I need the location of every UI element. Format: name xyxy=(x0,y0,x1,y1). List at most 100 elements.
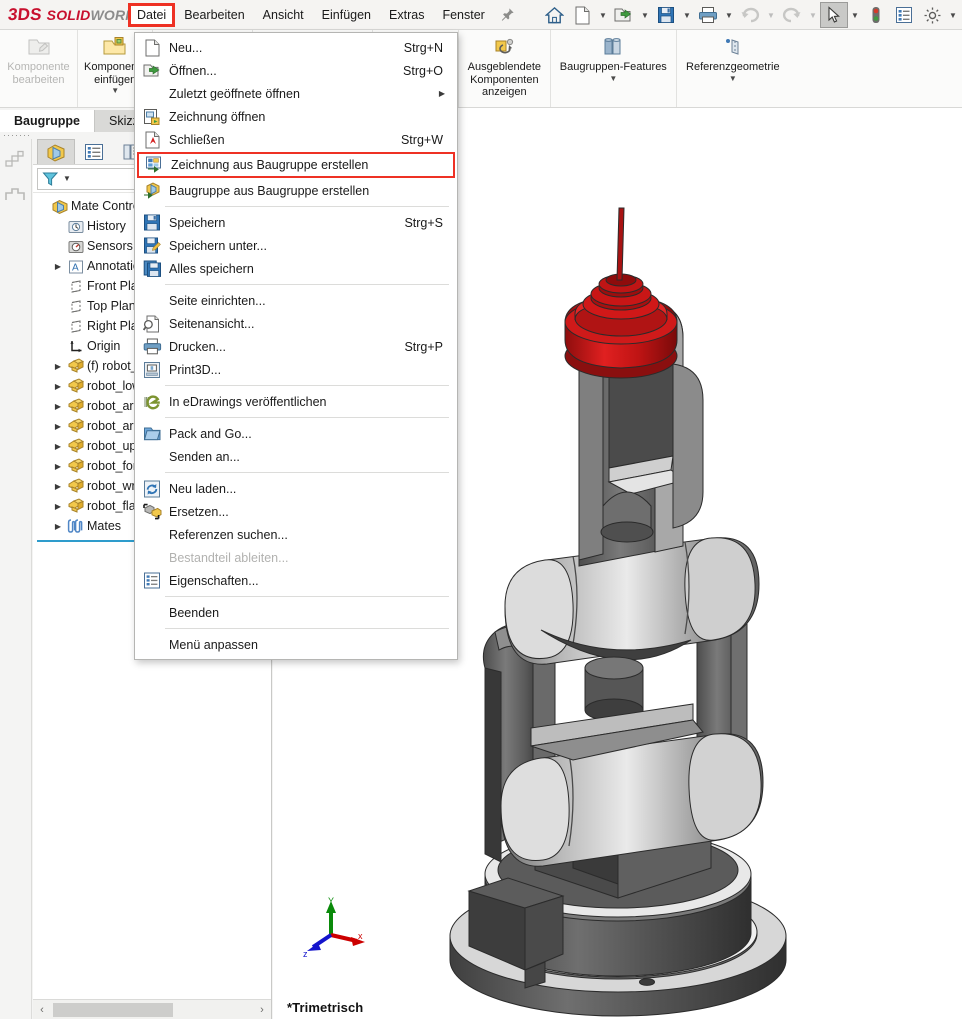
menu-extras[interactable]: Extras xyxy=(380,3,433,27)
feature-tree-hscrollbar[interactable]: ‹ › xyxy=(33,999,271,1019)
ribbon-insert-component-dropdown-caret[interactable]: ▼ xyxy=(111,86,119,97)
close-document-icon xyxy=(139,130,165,150)
ribbon-reference-geometry[interactable]: Referenzgeometrie ▼ xyxy=(677,30,789,107)
redo-icon[interactable] xyxy=(778,2,806,28)
ribbon-show-hidden-components[interactable]: Ausgeblendete Komponenten anzeigen xyxy=(459,30,551,107)
tab-property-manager[interactable] xyxy=(75,139,113,164)
file-menu-send-to[interactable]: Senden an... xyxy=(135,445,457,468)
hscroll-left-arrow[interactable]: ‹ xyxy=(33,1001,51,1019)
file-menu-find-references[interactable]: Referenzen suchen... xyxy=(135,523,457,546)
save-icon[interactable] xyxy=(652,2,680,28)
filter-dropdown-caret[interactable]: ▼ xyxy=(63,174,71,183)
new-document-dropdown-caret[interactable]: ▼ xyxy=(596,2,610,28)
tree-expand-arrow[interactable]: ▶ xyxy=(51,502,65,511)
solidworks-window: 3DS SOLIDWORKS Datei Bearbeiten Ansicht … xyxy=(0,0,962,1019)
file-menu-reload[interactable]: Neu laden... xyxy=(135,477,457,500)
undo-icon[interactable] xyxy=(736,2,764,28)
file-menu-item-label: Schließen xyxy=(165,133,401,147)
print-dropdown-caret[interactable]: ▼ xyxy=(722,2,736,28)
select-dropdown-caret[interactable]: ▼ xyxy=(848,2,862,28)
menu-datei[interactable]: Datei xyxy=(128,3,175,27)
file-menu-open[interactable]: Öffnen...Strg+O xyxy=(135,59,457,82)
redo-dropdown-caret[interactable]: ▼ xyxy=(806,2,820,28)
tab-baugruppe[interactable]: Baugruppe xyxy=(0,110,94,132)
tree-expand-arrow[interactable]: ▶ xyxy=(51,462,65,471)
rebuild-traffic-light-icon[interactable] xyxy=(862,2,890,28)
ribbon-edit-component[interactable]: Komponente bearbeiten xyxy=(0,30,78,107)
file-menu-item-label: Ersetzen... xyxy=(165,505,457,519)
plane-icon xyxy=(65,319,87,334)
file-menu-save[interactable]: SpeichernStrg+S xyxy=(135,211,457,234)
menu-ansicht[interactable]: Ansicht xyxy=(254,3,313,27)
display-pane-icon[interactable] xyxy=(2,181,30,207)
file-menu-item-label: Zuletzt geöffnete öffnen xyxy=(165,87,457,101)
hscroll-thumb[interactable] xyxy=(53,1003,173,1017)
file-menu-item-label: Zeichnung öffnen xyxy=(165,110,457,124)
settings-gear-icon[interactable] xyxy=(918,2,946,28)
file-menu-save-all[interactable]: Alles speichern xyxy=(135,257,457,280)
file-menu-properties[interactable]: Eigenschaften... xyxy=(135,569,457,592)
tree-expand-arrow[interactable]: ▶ xyxy=(51,482,65,491)
tree-expand-arrow[interactable]: ▶ xyxy=(51,442,65,451)
tab-feature-manager[interactable] xyxy=(37,139,75,164)
ribbon-reference-geometry-dropdown-caret[interactable]: ▼ xyxy=(729,74,737,85)
file-menu-item-label: Print3D... xyxy=(165,363,457,377)
file-menu-item-label: Pack and Go... xyxy=(165,427,457,441)
file-menu-new[interactable]: Neu...Strg+N xyxy=(135,36,457,59)
pushpin-icon[interactable] xyxy=(500,7,515,22)
ribbon-assembly-features-dropdown-caret[interactable]: ▼ xyxy=(609,74,617,85)
file-menu-exit[interactable]: Beenden xyxy=(135,601,457,624)
save-dropdown-caret[interactable]: ▼ xyxy=(680,2,694,28)
file-menu-make-drawing-from-assembly[interactable]: Zeichnung aus Baugruppe erstellen xyxy=(137,152,455,178)
file-menu-separator xyxy=(165,284,449,285)
pack-and-go-icon xyxy=(139,424,165,444)
tree-item-label: Sensors xyxy=(87,239,133,253)
select-cursor-icon[interactable] xyxy=(820,2,848,28)
ribbon-assembly-features[interactable]: Baugruppen-Features ▼ xyxy=(551,30,677,107)
open-folder-icon[interactable] xyxy=(610,2,638,28)
mates-icon xyxy=(65,518,87,534)
replace-icon xyxy=(139,502,165,522)
menu-einfuegen[interactable]: Einfügen xyxy=(313,3,380,27)
hscroll-track[interactable] xyxy=(51,1003,253,1017)
file-menu-item-label: Alles speichern xyxy=(165,262,457,276)
open-folder-dropdown-caret[interactable]: ▼ xyxy=(638,2,652,28)
tree-expand-arrow[interactable]: ▶ xyxy=(51,262,65,271)
triad-z-label: z xyxy=(303,949,308,959)
menu-bearbeiten[interactable]: Bearbeiten xyxy=(175,3,253,27)
file-menu-publish-edrawings[interactable]: In eDrawings veröffentlichen xyxy=(135,390,457,413)
file-menu-print-preview[interactable]: Seitenansicht... xyxy=(135,312,457,335)
undo-dropdown-caret[interactable]: ▼ xyxy=(764,2,778,28)
home-icon[interactable] xyxy=(540,2,568,28)
tree-expand-arrow[interactable]: ▶ xyxy=(51,402,65,411)
print-icon[interactable] xyxy=(694,2,722,28)
component-icon xyxy=(65,458,87,474)
tree-expand-arrow[interactable]: ▶ xyxy=(51,422,65,431)
settings-dropdown-caret[interactable]: ▼ xyxy=(946,2,960,28)
file-menu-page-setup[interactable]: Seite einrichten... xyxy=(135,289,457,312)
file-menu-print[interactable]: Drucken...Strg+P xyxy=(135,335,457,358)
new-document-icon[interactable] xyxy=(568,2,596,28)
tree-expand-arrow[interactable]: ▶ xyxy=(51,362,65,371)
reference-geometry-icon xyxy=(719,34,747,60)
reload-icon xyxy=(139,479,165,499)
file-menu-close[interactable]: SchließenStrg+W xyxy=(135,128,457,151)
tree-expand-arrow[interactable]: ▶ xyxy=(51,382,65,391)
file-menu-customize[interactable]: Menü anpassen xyxy=(135,633,457,656)
file-menu-recent[interactable]: Zuletzt geöffnete öffnen▶ xyxy=(135,82,457,105)
tree-expand-arrow[interactable]: ▶ xyxy=(51,522,65,531)
no-icon-placeholder xyxy=(139,525,165,545)
save-as-icon xyxy=(139,236,165,256)
menu-fenster[interactable]: Fenster xyxy=(433,3,493,27)
flyout-tree-icon[interactable] xyxy=(2,147,30,173)
hscroll-right-arrow[interactable]: › xyxy=(253,1001,271,1019)
file-menu-item-shortcut: Strg+S xyxy=(404,216,457,230)
file-menu-replace[interactable]: Ersetzen... xyxy=(135,500,457,523)
file-menu-make-assembly-from-assembly[interactable]: Baugruppe aus Baugruppe erstellen xyxy=(135,179,457,202)
plane-icon xyxy=(65,279,87,294)
options-list-icon[interactable] xyxy=(890,2,918,28)
file-menu-pack-and-go[interactable]: Pack and Go... xyxy=(135,422,457,445)
file-menu-print3d[interactable]: Print3D... xyxy=(135,358,457,381)
file-menu-save-as[interactable]: Speichern unter... xyxy=(135,234,457,257)
file-menu-open-drawing[interactable]: Zeichnung öffnen xyxy=(135,105,457,128)
